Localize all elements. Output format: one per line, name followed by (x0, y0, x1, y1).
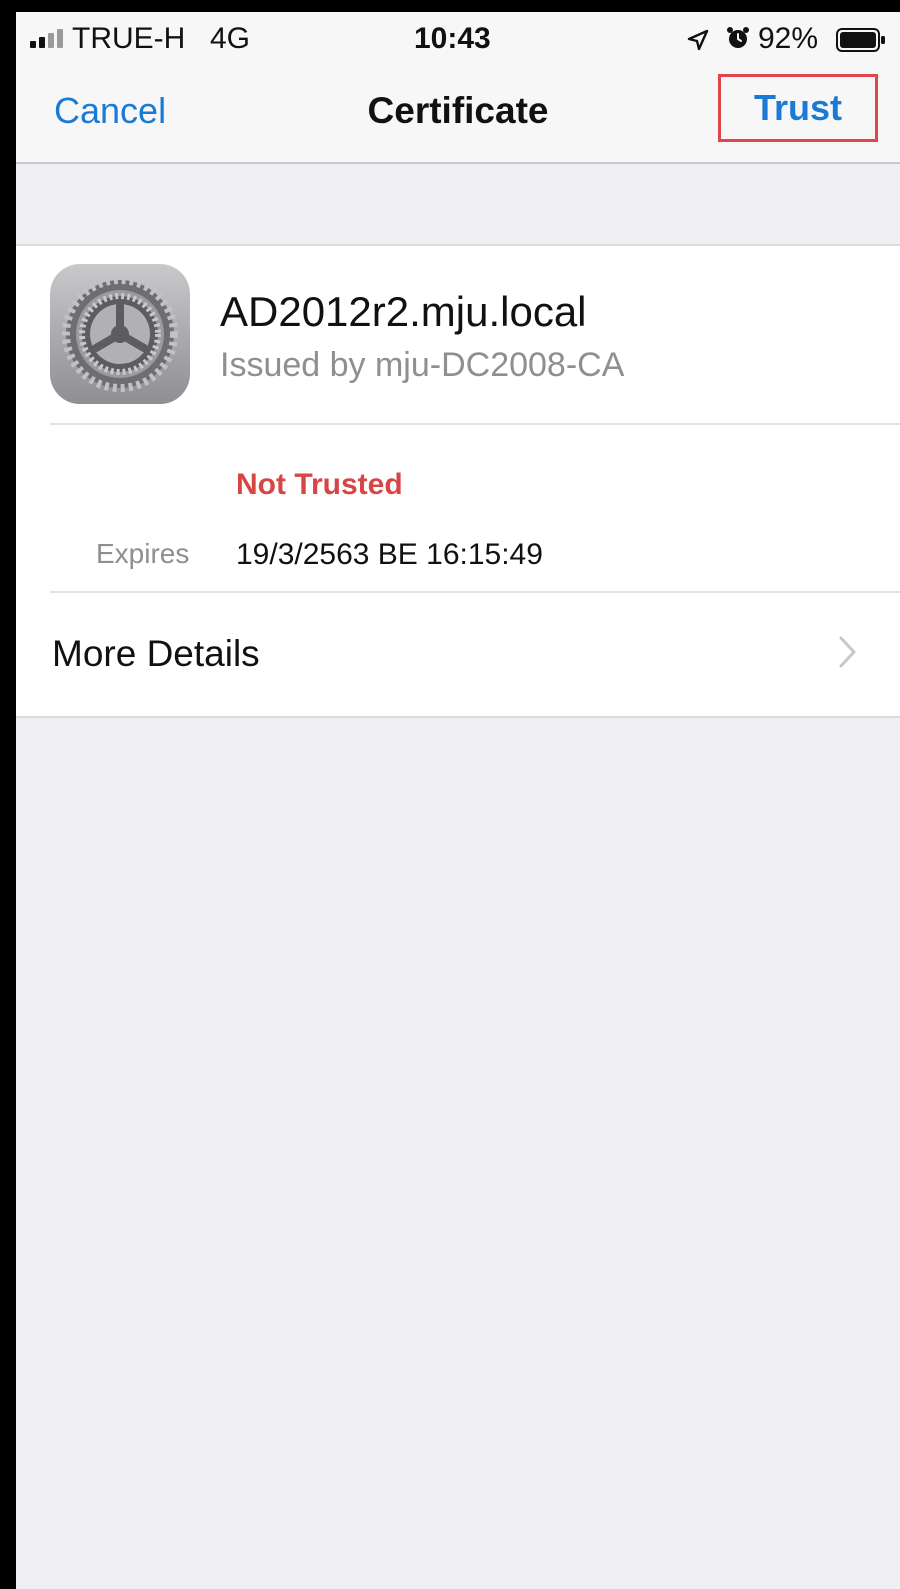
settings-gear-icon (50, 264, 190, 404)
alarm-icon (725, 25, 751, 59)
expires-value: 19/3/2563 BE 16:15:49 (236, 538, 543, 571)
trust-button[interactable]: Trust (718, 74, 878, 142)
trust-status: Not Trusted (236, 468, 403, 501)
location-arrow-icon (686, 26, 710, 60)
battery-icon (836, 26, 886, 60)
cancel-button[interactable]: Cancel (54, 90, 166, 132)
expires-label: Expires (96, 538, 190, 569)
ios-screen: TRUE-H 4G 10:43 92% Cancel Certificate T… (16, 12, 900, 1589)
carrier-name: TRUE-H (72, 22, 186, 55)
network-type: 4G (210, 22, 251, 55)
divider (50, 423, 900, 425)
more-details-label: More Details (52, 633, 260, 674)
navigation-bar: Cancel Certificate Trust (16, 66, 900, 164)
battery-percent: 92% (758, 22, 819, 55)
status-time: 10:43 (414, 22, 491, 55)
status-bar: TRUE-H 4G 10:43 92% (16, 12, 900, 66)
signal-icon (30, 29, 63, 48)
certificate-card: AD2012r2.mju.local Issued by mju-DC2008-… (16, 244, 900, 718)
certificate-issuer: Issued by mju-DC2008-CA (220, 346, 625, 384)
certificate-name: AD2012r2.mju.local (220, 288, 587, 335)
chevron-right-icon (838, 635, 858, 674)
more-details-row[interactable]: More Details (16, 593, 900, 716)
trust-button-label: Trust (753, 87, 842, 128)
